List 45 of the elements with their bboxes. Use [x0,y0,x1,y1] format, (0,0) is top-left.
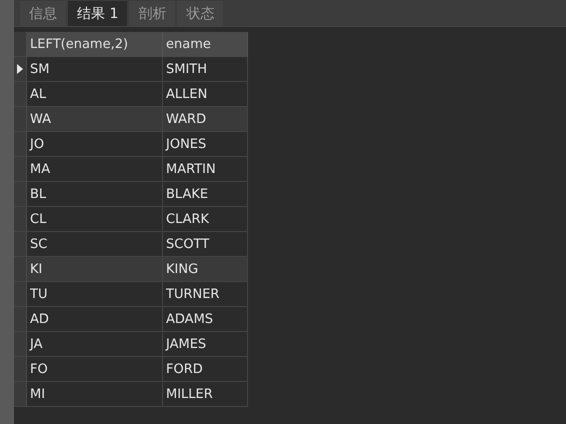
table-cell: WARD [163,107,248,132]
tab[interactable]: 剖析 [129,1,176,26]
table-cell: WA [27,107,163,132]
column-header[interactable]: LEFT(ename,2) [27,32,163,57]
table-cell: JO [27,132,163,157]
table-row[interactable]: CL CLARK [14,207,248,232]
table-cell: MILLER [163,382,248,407]
row-header[interactable] [14,57,27,82]
table-row[interactable]: SM SMITH [14,57,248,82]
table-row[interactable]: FO FORD [14,357,248,382]
table-cell: AD [27,307,163,332]
table-cell: JA [27,332,163,357]
table-cell: SMITH [163,57,248,82]
table-row[interactable]: TU TURNER [14,282,248,307]
table-row[interactable]: JO JONES [14,132,248,157]
tab[interactable]: 结果 1 [68,1,128,26]
table-cell: TU [27,282,163,307]
tab[interactable]: 信息 [20,1,66,26]
table-cell: BLAKE [163,182,248,207]
table-row[interactable]: KI KING [14,257,248,282]
current-row-icon [17,64,23,74]
table-cell: ADAMS [163,307,248,332]
table-row[interactable]: AD ADAMS [14,307,248,332]
table-row[interactable]: MI MILLER [14,382,248,407]
table-cell: CL [27,207,163,232]
table-cell: CLARK [163,207,248,232]
table-row[interactable]: MA MARTIN [14,157,248,182]
table-cell: MI [27,382,163,407]
table-cell: SM [27,57,163,82]
table-row[interactable]: BL BLAKE [14,182,248,207]
table-row[interactable]: WA WARD [14,107,248,132]
table-cell: TURNER [163,282,248,307]
table-cell: MA [27,157,163,182]
table-cell: FORD [163,357,248,382]
table-cell: JONES [163,132,248,157]
column-header[interactable]: ename [163,32,248,57]
table-cell: FO [27,357,163,382]
table-cell: BL [27,182,163,207]
table-cell: MARTIN [163,157,248,182]
table-cell: JAMES [163,332,248,357]
row-header [14,32,27,57]
table-row[interactable]: JA JAMES [14,332,248,357]
tab[interactable]: 状态 [177,1,224,26]
table-cell: KI [27,257,163,282]
table-cell: KING [163,257,248,282]
